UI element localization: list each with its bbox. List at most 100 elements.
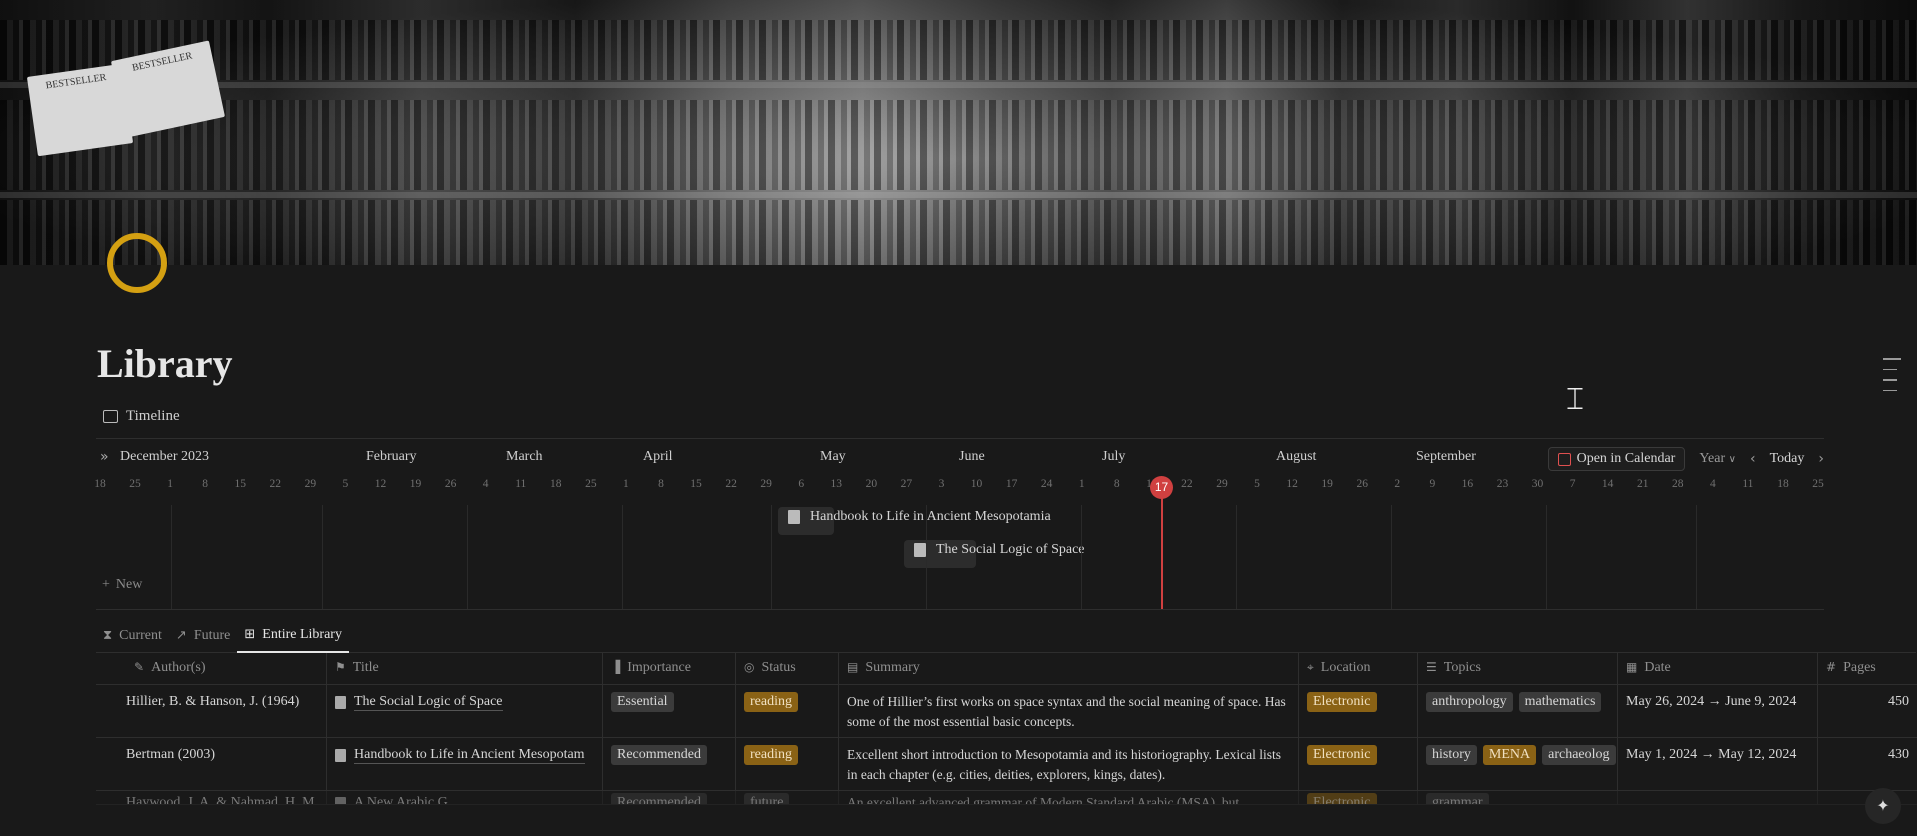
cell-location[interactable]: Electronic [1299, 791, 1418, 804]
timeline-month-label: March [506, 449, 543, 464]
cell-title-text[interactable]: Handbook to Life in Ancient Mesopotam [354, 745, 585, 764]
timeline-day-label: 26 [444, 478, 457, 490]
cell-importance[interactable]: Recommended [603, 791, 736, 804]
timeline-month-label: April [643, 449, 673, 464]
column-header-label: Date [1644, 660, 1671, 675]
timeline-day-label: 14 [1601, 478, 1614, 490]
column-header-date[interactable]: ▦ Date [1618, 653, 1818, 684]
cell-pages[interactable]: 430 [1818, 738, 1917, 790]
tab-future[interactable]: ↗ Future [169, 618, 237, 653]
cell-date[interactable]: May 1, 2024 → May 12, 2024 [1618, 738, 1818, 790]
cell-importance[interactable]: Recommended [603, 738, 736, 790]
importance-tag: Recommended [611, 793, 707, 804]
cell-author[interactable]: Haywood, J. A. & Nahmad, H. M. [96, 791, 327, 804]
timeline-view-label[interactable]: Timeline [103, 408, 180, 425]
table-row[interactable]: Bertman (2003) Handbook to Life in Ancie… [96, 738, 1917, 791]
cell-topics[interactable]: history MENA archaeolog [1418, 738, 1618, 790]
column-header-title[interactable]: ⚑ Title [327, 653, 603, 684]
cell-title[interactable]: Handbook to Life in Ancient Mesopotam [327, 738, 603, 790]
column-header-label: Importance [627, 660, 691, 675]
document-icon [335, 797, 346, 804]
cell-title-text[interactable]: The Social Logic of Space [354, 692, 503, 711]
table-icon: ⊞ [244, 627, 256, 642]
timeline-gridline [171, 505, 172, 609]
cell-author[interactable]: Bertman (2003) [96, 738, 327, 790]
next-arrow-icon[interactable]: › [1818, 451, 1824, 467]
table-row[interactable]: Haywood, J. A. & Nahmad, H. M. A New Ara… [96, 791, 1917, 805]
cell-date[interactable]: May 26, 2024 → June 9, 2024 [1618, 685, 1818, 737]
document-icon [335, 696, 346, 709]
status-tag: future [744, 793, 790, 804]
tab-current[interactable]: ⧗ Current [96, 618, 169, 653]
timeline-day-label: 21 [1636, 478, 1649, 490]
cell-date[interactable] [1618, 791, 1818, 804]
timeline-month-label: September [1416, 449, 1476, 464]
cover-image: BESTSELLER BESTSELLER [0, 0, 1917, 265]
tab-future-label: Future [193, 627, 231, 643]
cell-author[interactable]: Hillier, B. & Hanson, J. (1964) [96, 685, 327, 737]
today-marker[interactable]: 17 [1150, 476, 1173, 499]
timeline-day-label: 28 [1672, 478, 1684, 490]
cell-summary[interactable]: An excellent advanced grammar of Modern … [839, 791, 1299, 804]
telescope-icon: ↗ [175, 628, 187, 643]
cell-topics[interactable]: grammar [1418, 791, 1618, 804]
timeline-day-label: 27 [900, 478, 913, 490]
timeline-day-label: 13 [830, 478, 843, 490]
checklist-icon: ☰ [1426, 660, 1437, 674]
cell-summary[interactable]: Excellent short introduction to Mesopota… [839, 738, 1299, 790]
cell-title-text[interactable]: A New Arabic G [354, 793, 448, 804]
timeline-new-button[interactable]: + New [102, 577, 142, 593]
timeline-new-label: New [115, 577, 143, 592]
column-header-label: Topics [1443, 660, 1481, 675]
column-header-authors[interactable]: ✎ Author(s) [96, 653, 327, 684]
page-outline[interactable] [1883, 358, 1901, 400]
location-tag: Electronic [1307, 692, 1377, 712]
timeline-item-title: The Social Logic of Space [936, 542, 1085, 557]
timeline-day-label: 5 [1254, 478, 1260, 490]
timeline-item[interactable]: The Social Logic of Space [904, 540, 1085, 568]
open-in-calendar-button[interactable]: Open in Calendar [1547, 447, 1686, 471]
cell-pages[interactable]: 450 [1818, 685, 1917, 737]
column-header-pages[interactable]: # Pages [1818, 653, 1917, 684]
cell-status[interactable]: reading [736, 685, 839, 737]
document-icon [788, 510, 800, 524]
cell-status[interactable]: reading [736, 738, 839, 790]
timeline-day-label: 19 [1321, 478, 1333, 490]
cell-title[interactable]: The Social Logic of Space [327, 685, 603, 737]
pin-icon: ⌖ [1307, 660, 1314, 674]
topic-tag: anthropology [1426, 692, 1513, 712]
column-header-location[interactable]: ⌖ Location [1299, 653, 1418, 684]
timeline-item[interactable]: Handbook to Life in Ancient Mesopotamia [778, 507, 1051, 535]
cell-importance[interactable]: Essential [603, 685, 736, 737]
ai-sparkle-button[interactable]: ✦ [1865, 788, 1901, 824]
cell-location[interactable]: Electronic [1299, 738, 1418, 790]
timeline-day-label: 25 [585, 478, 597, 490]
timeline-day-label: 8 [658, 478, 664, 490]
cell-title[interactable]: A New Arabic G [327, 791, 603, 804]
column-header-summary[interactable]: ▤ Summary [839, 653, 1299, 684]
tab-entire-library[interactable]: ⊞ Entire Library [237, 618, 349, 653]
column-header-status[interactable]: ◎ Status [736, 653, 839, 684]
timeline-day-label: 25 [129, 478, 141, 490]
timeline-gridline [1081, 505, 1082, 609]
page-icon-circle[interactable] [107, 233, 167, 293]
library-table: ✎ Author(s) ⚑ Title ▐ Importance ◎ Status ▤ S… [96, 653, 1917, 805]
zoom-select[interactable]: Year ∨ [1699, 451, 1736, 467]
cell-location[interactable]: Electronic [1299, 685, 1418, 737]
column-header-topics[interactable]: ☰ Topics [1418, 653, 1618, 684]
today-button[interactable]: Today [1770, 451, 1805, 467]
prev-arrow-icon[interactable]: ‹ [1750, 451, 1756, 467]
plus-icon: + [102, 577, 110, 592]
cell-summary[interactable]: One of Hillier’s first works on space sy… [839, 685, 1299, 737]
cell-status[interactable]: future [736, 791, 839, 804]
column-header-importance[interactable]: ▐ Importance [603, 653, 736, 684]
zoom-select-label: Year [1699, 451, 1726, 466]
timeline-gridline [322, 505, 323, 609]
timeline-gridline [1696, 505, 1697, 609]
timeline-day-label: 8 [1113, 478, 1120, 490]
timeline-month-label: July [1102, 449, 1126, 464]
timeline-day-label: 22 [1181, 478, 1193, 490]
table-row[interactable]: Hillier, B. & Hanson, J. (1964) The Soci… [96, 685, 1917, 738]
cell-topics[interactable]: anthropology mathematics [1418, 685, 1618, 737]
open-in-calendar-label: Open in Calendar [1576, 451, 1676, 466]
